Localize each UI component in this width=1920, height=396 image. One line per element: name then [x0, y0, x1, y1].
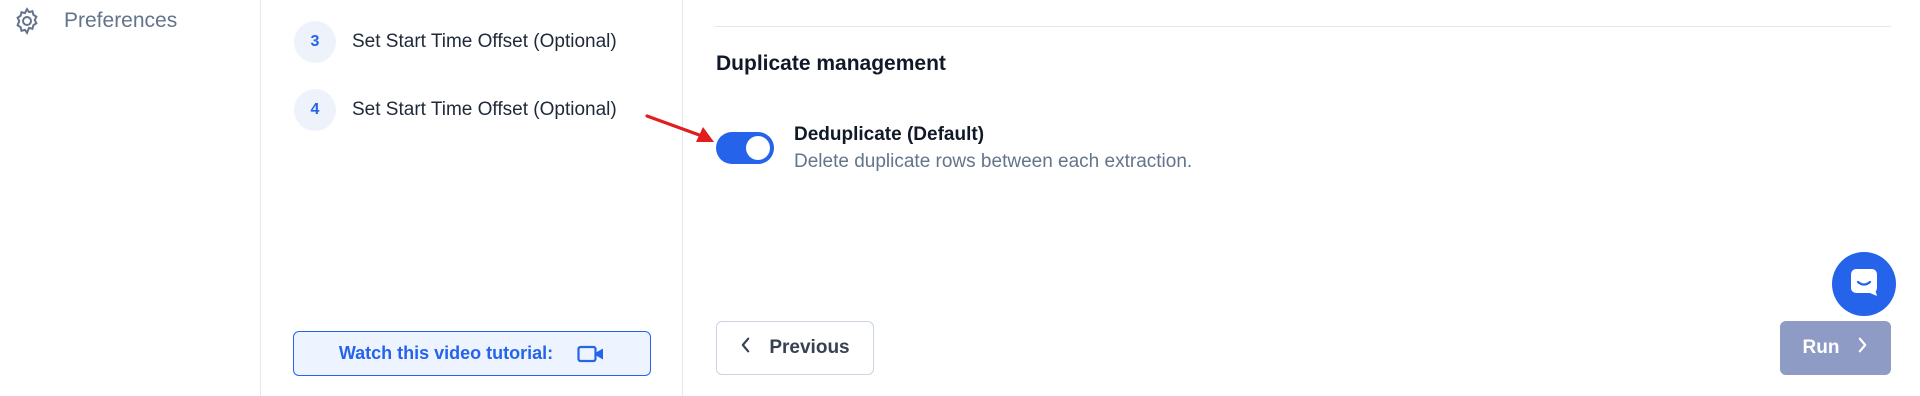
step-number: 4 [294, 89, 336, 131]
tutorial-label: Watch this video tutorial: [338, 343, 554, 363]
chevron-left-icon [740, 336, 751, 360]
run-button[interactable]: Run [1780, 321, 1891, 375]
step-number: 3 [294, 21, 336, 63]
toggle-knob [746, 136, 770, 160]
nav-item-preferences[interactable]: Preferences [12, 6, 177, 36]
previous-button[interactable]: Previous [716, 321, 874, 375]
main-panel: Duplicate management Deduplicate (Defaul… [684, 0, 1920, 396]
duplicate-management-title: Duplicate management [716, 52, 946, 75]
deduplicate-option-title: Deduplicate (Default) [794, 124, 985, 145]
run-label: Run [1802, 337, 1840, 358]
step-title: Set Start Time Offset (Optional) [352, 31, 617, 52]
gear-icon [12, 6, 42, 36]
step-title: Set Start Time Offset (Optional) [352, 99, 617, 120]
steps-panel: 3 Set Start Time Offset (Optional) 4 Set… [262, 0, 683, 396]
watch-tutorial-button[interactable]: Watch this video tutorial: [293, 331, 651, 376]
nav-item-label: Preferences [64, 9, 178, 32]
annotation-arrow-icon [645, 114, 714, 142]
video-camera-icon [577, 344, 605, 364]
chat-icon [1848, 266, 1880, 303]
deduplicate-toggle[interactable] [716, 132, 774, 164]
previous-label: Previous [769, 337, 850, 358]
chevron-right-icon [1857, 336, 1868, 360]
step-item[interactable]: 3 Set Start Time Offset (Optional) [294, 21, 617, 63]
chat-support-button[interactable] [1832, 252, 1896, 316]
section-divider [715, 26, 1891, 27]
deduplicate-option-description: Delete duplicate rows between each extra… [794, 151, 1193, 172]
step-item[interactable]: 4 Set Start Time Offset (Optional) [294, 89, 617, 131]
left-navigation: Preferences [0, 0, 261, 396]
